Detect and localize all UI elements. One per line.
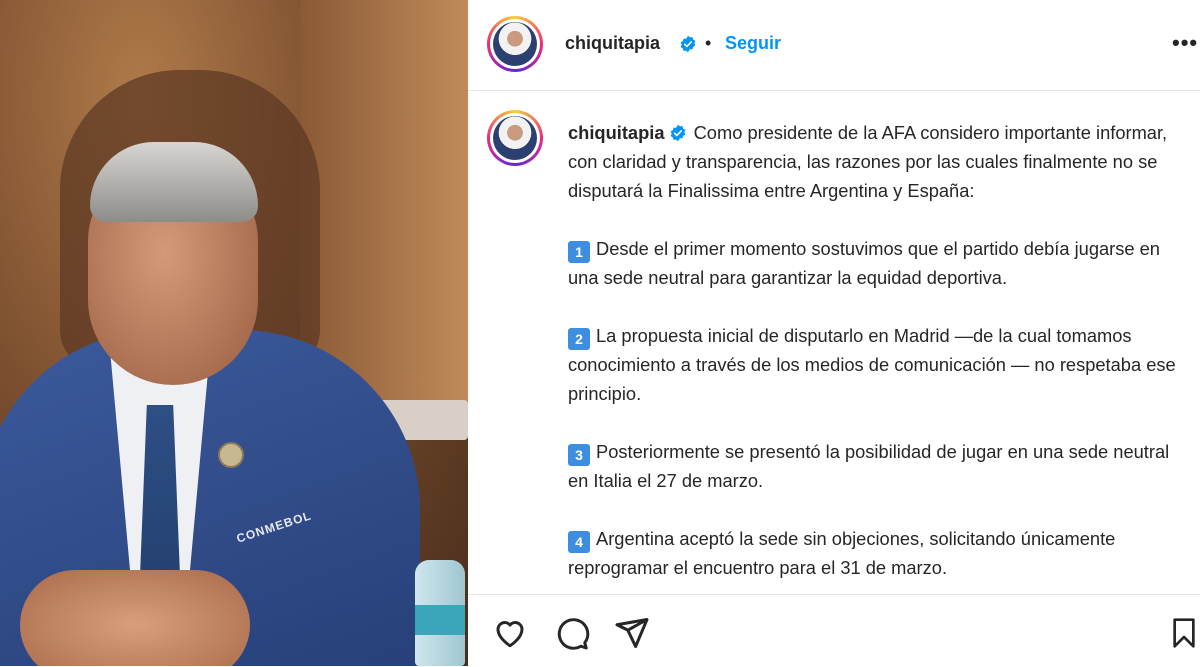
caption-point: 4 Argentina aceptó la sede sin objeciones… xyxy=(568,524,1183,582)
caption-username[interactable]: chiquitapia xyxy=(568,122,665,143)
post-caption: chiquitapia Como presidente de la AFA co… xyxy=(568,118,1183,582)
caption-point-text: Desde el primer momento sostuvimos que e… xyxy=(568,238,1160,288)
send-icon[interactable] xyxy=(614,615,650,651)
more-options-icon[interactable]: ••• xyxy=(1172,32,1198,54)
action-bar xyxy=(468,594,1200,667)
comment-icon[interactable] xyxy=(554,615,590,651)
avatar[interactable] xyxy=(487,16,543,72)
post-panel: chiquitapia • Seguir ••• chiquitapia Com… xyxy=(468,0,1200,666)
caption-point-text: Argentina aceptó la sede sin objeciones,… xyxy=(568,528,1116,578)
follow-button[interactable]: Seguir xyxy=(725,33,781,54)
bookmark-icon[interactable] xyxy=(1168,615,1200,651)
caption-area: chiquitapia Como presidente de la AFA co… xyxy=(468,91,1200,594)
verified-badge-icon xyxy=(680,35,696,53)
number-three-icon: 3 xyxy=(568,444,590,466)
caption-point-text: La propuesta inicial de disputarlo en Ma… xyxy=(568,325,1176,404)
lapel-pin xyxy=(218,442,244,468)
man-hands xyxy=(20,570,250,666)
heart-icon[interactable] xyxy=(492,615,528,651)
number-two-icon: 2 xyxy=(568,328,590,350)
verified-badge-icon xyxy=(670,124,685,142)
caption-avatar[interactable] xyxy=(487,110,543,166)
post-header: chiquitapia • Seguir ••• xyxy=(468,0,1200,91)
caption-point: 1 Desde el primer momento sostuvimos que … xyxy=(568,234,1183,292)
caption-point-text: Posteriormente se presentó la posibilida… xyxy=(568,441,1170,491)
caption-point: 2 La propuesta inicial de disputarlo en M… xyxy=(568,321,1183,408)
username-link[interactable]: chiquitapia xyxy=(565,33,660,54)
number-one-icon: 1 xyxy=(568,241,590,263)
number-four-icon: 4 xyxy=(568,531,590,553)
water-bottle-label xyxy=(415,605,465,635)
post-photo: CONMEBOL xyxy=(0,0,468,666)
separator-dot: • xyxy=(705,33,712,53)
caption-point: 3 Posteriormente se presentó la posibilid… xyxy=(568,437,1183,495)
